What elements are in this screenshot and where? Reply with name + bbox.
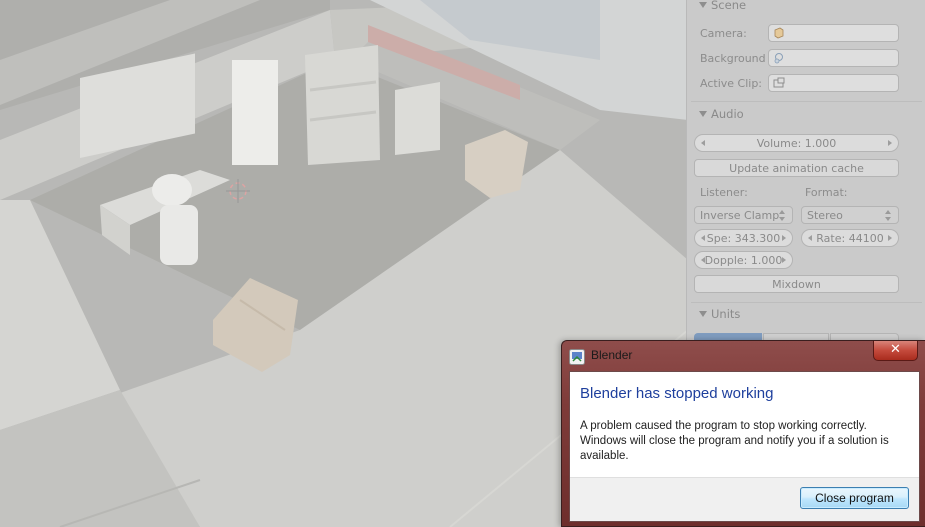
audio-panel-header[interactable]: Audio bbox=[693, 105, 920, 123]
background-field[interactable] bbox=[768, 49, 899, 67]
format-value: Stereo bbox=[807, 209, 843, 222]
camera-label: Camera: bbox=[700, 27, 747, 40]
increment-arrow-icon bbox=[888, 140, 892, 146]
volume-field[interactable]: Volume: 1.000 bbox=[694, 134, 899, 152]
units-panel-title: Units bbox=[711, 307, 741, 321]
mixdown-button[interactable]: Mixdown bbox=[694, 275, 899, 293]
increment-arrow-icon bbox=[888, 235, 892, 241]
decrement-arrow-icon bbox=[701, 257, 705, 263]
dialog-heading: Blender has stopped working bbox=[580, 385, 774, 402]
increment-arrow-icon bbox=[782, 235, 786, 241]
rate-field[interactable]: Rate: 44100 bbox=[801, 229, 899, 247]
speed-field[interactable]: Spe: 343.300 bbox=[694, 229, 793, 247]
dropdown-arrows-icon bbox=[885, 210, 892, 221]
speed-value: Spe: 343.300 bbox=[706, 232, 781, 245]
volume-value: Volume: 1.000 bbox=[756, 137, 837, 150]
units-panel-header[interactable]: Units bbox=[693, 305, 920, 323]
blender-icon bbox=[569, 349, 585, 365]
doppler-value: Dopple: 1.000 bbox=[704, 254, 783, 267]
dialog-content: Blender has stopped working A problem ca… bbox=[569, 371, 920, 522]
clip-icon bbox=[773, 77, 785, 88]
active-clip-label: Active Clip: bbox=[700, 77, 763, 90]
decrement-arrow-icon bbox=[701, 140, 705, 146]
collapse-triangle-icon bbox=[699, 2, 707, 8]
collapse-triangle-icon bbox=[699, 311, 707, 317]
dialog-message: A problem caused the program to stop wor… bbox=[580, 420, 889, 462]
close-window-button[interactable]: ✕ bbox=[873, 341, 918, 361]
listener-value: Inverse Clamp bbox=[700, 209, 780, 222]
listener-dropdown[interactable]: Inverse Clamp bbox=[694, 206, 793, 224]
format-label: Format: bbox=[805, 186, 848, 199]
dialog-footer: Close program bbox=[570, 477, 919, 521]
camera-icon bbox=[774, 27, 784, 39]
doppler-field[interactable]: Dopple: 1.000 bbox=[694, 251, 793, 269]
background-label: Background bbox=[700, 52, 766, 65]
camera-field[interactable] bbox=[768, 24, 899, 42]
dialog-title: Blender bbox=[591, 348, 633, 362]
decrement-arrow-icon bbox=[808, 235, 812, 241]
listener-label: Listener: bbox=[700, 186, 748, 199]
close-icon: ✕ bbox=[890, 342, 901, 357]
close-program-button[interactable]: Close program bbox=[800, 487, 909, 509]
world-icon bbox=[774, 53, 783, 64]
separator bbox=[691, 101, 922, 102]
scene-panel-header[interactable]: Scene bbox=[693, 0, 920, 14]
crash-dialog: Blender ✕ Blender has stopped working A … bbox=[561, 340, 925, 527]
separator bbox=[691, 302, 922, 303]
decrement-arrow-icon bbox=[701, 235, 705, 241]
format-dropdown[interactable]: Stereo bbox=[801, 206, 899, 224]
collapse-triangle-icon bbox=[699, 111, 707, 117]
increment-arrow-icon bbox=[782, 257, 786, 263]
rate-value: Rate: 44100 bbox=[816, 232, 884, 245]
update-animation-cache-button[interactable]: Update animation cache bbox=[694, 159, 899, 177]
active-clip-field[interactable] bbox=[768, 74, 899, 92]
audio-panel-title: Audio bbox=[711, 107, 744, 121]
scene-panel-title: Scene bbox=[711, 0, 747, 12]
dropdown-arrows-icon bbox=[779, 210, 786, 221]
